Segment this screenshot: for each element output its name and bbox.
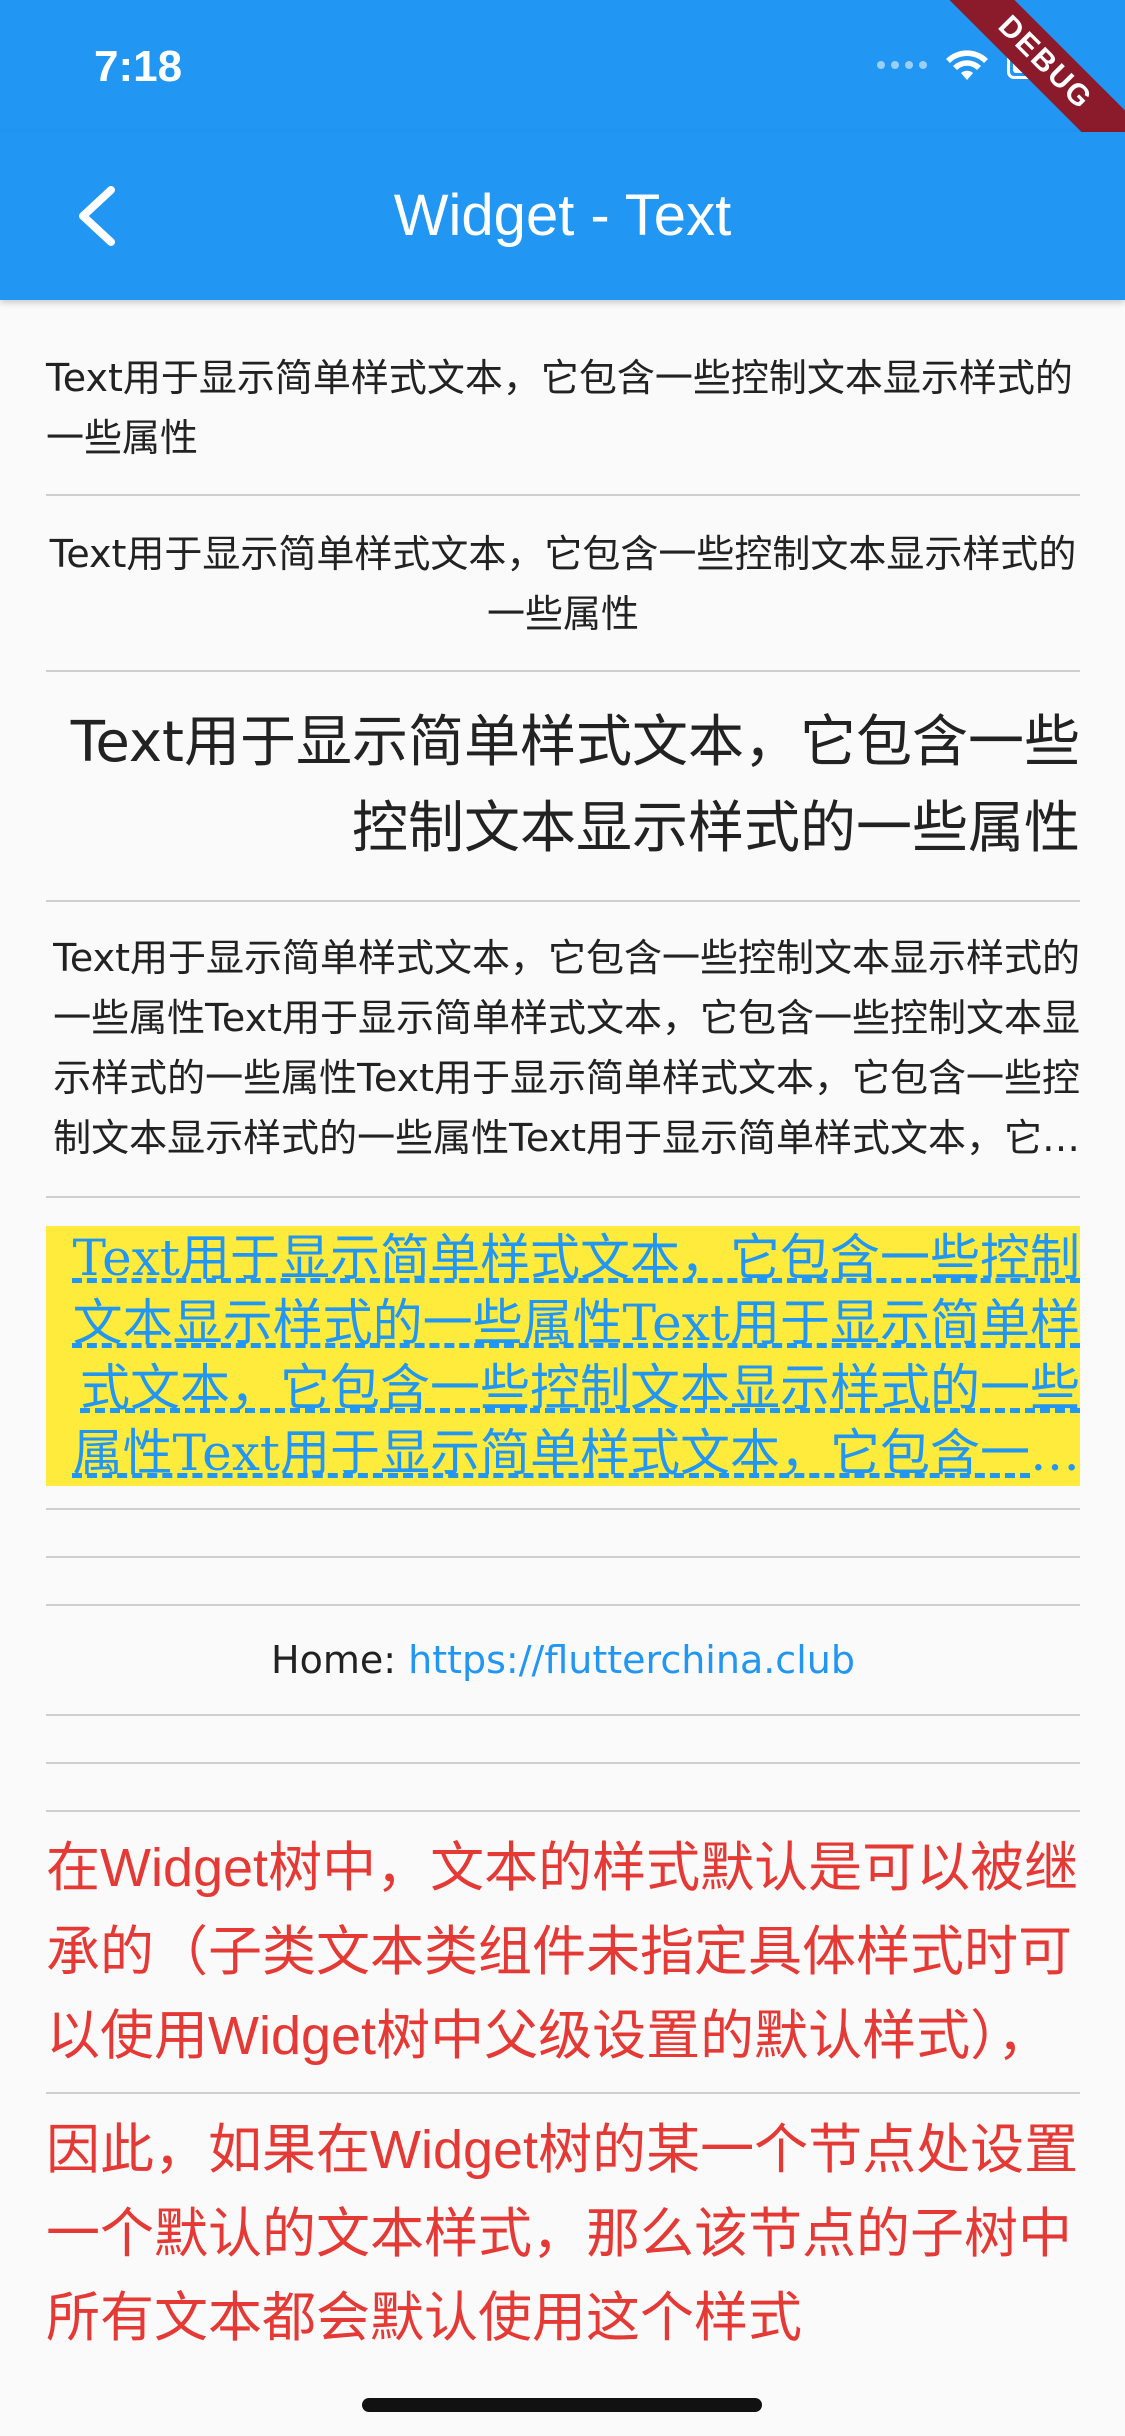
- page-title: Widget - Text: [393, 183, 732, 248]
- empty-row: [46, 1716, 1080, 1764]
- home-label: Home:: [271, 1638, 409, 1682]
- empty-row: [46, 1558, 1080, 1606]
- text-maxlines-ellipsis: Text用于显示简单样式文本，它包含一些控制文本显示样式的一些属性Text用于显…: [46, 902, 1080, 1198]
- text-maxlines-content: Text用于显示简单样式文本，它包含一些控制文本显示样式的一些属性Text用于显…: [53, 936, 1080, 1160]
- wifi-icon: [946, 50, 988, 80]
- home-link-row: Home: https://flutterchina.club: [46, 1606, 1080, 1716]
- empty-row: [46, 1764, 1080, 1812]
- content-list[interactable]: Text用于显示简单样式文本，它包含一些控制文本显示样式的一些属性 Text用于…: [46, 300, 1080, 2374]
- status-time: 7:18: [94, 42, 183, 91]
- status-bar: 7:18: [0, 0, 1125, 132]
- text-styled-highlight: Text用于显示简单样式文本，它包含一些控制文本显示样式的一些属性Text用于显…: [46, 1198, 1080, 1510]
- empty-row: [46, 1510, 1080, 1558]
- app-bar: Widget - Text: [0, 132, 1125, 300]
- text-styled-content: Text用于显示简单样式文本，它包含一些控制文本显示样式的一些属性Text用于显…: [46, 1226, 1080, 1486]
- home-link[interactable]: https://flutterchina.club: [408, 1638, 855, 1682]
- red-paragraph-1: 在Widget树中，文本的样式默认是可以被继承的（子类文本类组件未指定具体样式时…: [46, 1812, 1080, 2094]
- signal-icon: [877, 61, 927, 69]
- text-scaled-right: Text用于显示简单样式文本，它包含一些控制文本显示样式的一些属性: [46, 672, 1080, 902]
- text-default: Text用于显示简单样式文本，它包含一些控制文本显示样式的一些属性: [46, 300, 1080, 496]
- home-indicator[interactable]: [362, 2398, 762, 2412]
- text-centered: Text用于显示简单样式文本，它包含一些控制文本显示样式的一些属性: [46, 496, 1080, 672]
- red-paragraph-2: 因此，如果在Widget树的某一个节点处设置一个默认的文本样式，那么该节点的子树…: [46, 2120, 1079, 2348]
